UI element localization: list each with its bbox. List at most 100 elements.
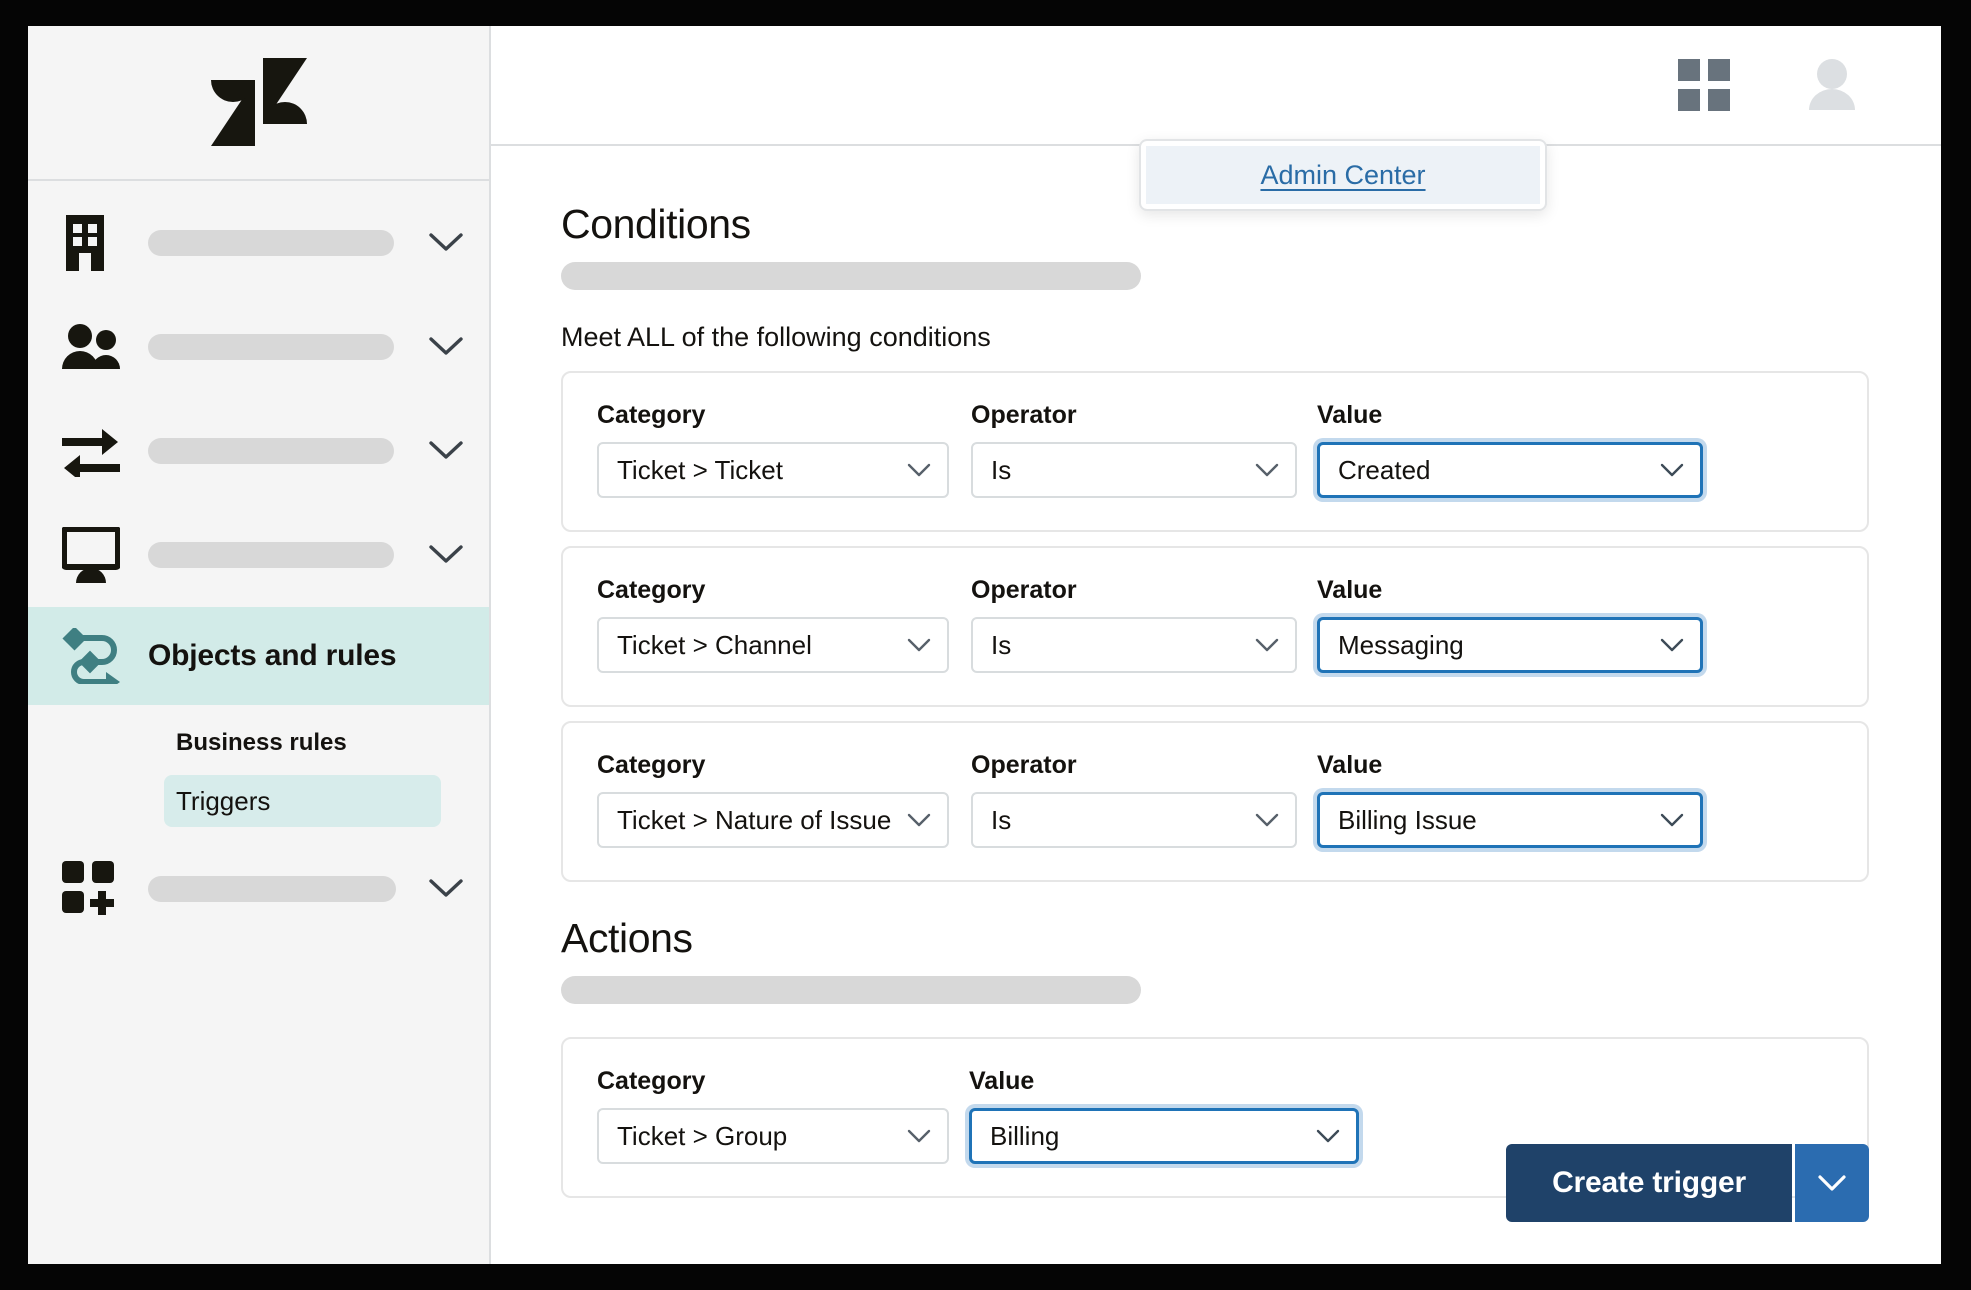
condition-value-field: Value Created xyxy=(1317,401,1703,499)
sidebar-subgroup-heading: Business rules xyxy=(176,729,347,756)
zendesk-logo xyxy=(210,57,307,148)
field-label-category: Category xyxy=(597,1067,706,1096)
logo-area xyxy=(28,26,489,181)
condition-operator-select[interactable]: Is xyxy=(971,617,1297,674)
sidebar-item-workspaces[interactable] xyxy=(28,503,489,607)
top-bar xyxy=(491,26,1941,146)
chevron-down-icon[interactable] xyxy=(429,440,463,462)
condition-operator-value: Is xyxy=(991,454,1012,485)
condition-category-select[interactable]: Ticket > Ticket xyxy=(597,442,949,499)
condition-operator-field: Operator Is xyxy=(971,403,1297,499)
chevron-down-icon xyxy=(1660,813,1684,828)
sidebar-item-apps[interactable] xyxy=(28,837,489,941)
condition-category-field: Category Ticket > Nature of Issue xyxy=(597,751,949,849)
admin-center-link[interactable]: Admin Center xyxy=(1260,160,1425,191)
menu-item-admin-center[interactable]: Admin Center xyxy=(1146,146,1540,204)
field-label-value: Value xyxy=(1317,401,1383,430)
admin-center-dropdown: Admin Center xyxy=(1139,139,1547,211)
chevron-down-icon xyxy=(907,463,931,478)
condition-value-value: Messaging xyxy=(1338,629,1464,660)
action-category-select[interactable]: Ticket > Group xyxy=(597,1108,949,1165)
chevron-down-icon[interactable] xyxy=(429,232,463,254)
conditions-subtitle-placeholder xyxy=(561,262,1141,291)
condition-value-value: Created xyxy=(1338,454,1431,485)
monitor-person-icon xyxy=(62,527,124,583)
screenshot-frame: Objects and rules Business rules Trigger… xyxy=(0,0,1971,1290)
sidebar-item-label-placeholder xyxy=(148,438,394,464)
action-value-select[interactable]: Billing xyxy=(969,1108,1359,1165)
sidebar-subgroup-business-rules: Business rules Triggers xyxy=(28,705,489,837)
chevron-down-icon[interactable] xyxy=(429,336,463,358)
sidebar-item-triggers[interactable]: Triggers xyxy=(164,775,441,827)
actions-heading: Actions xyxy=(561,915,693,962)
building-icon xyxy=(62,215,124,271)
condition-operator-field: Operator Is xyxy=(971,576,1297,674)
create-trigger-button[interactable]: Create trigger xyxy=(1506,1144,1792,1222)
condition-operator-select[interactable]: Is xyxy=(971,442,1297,499)
action-category-value: Ticket > Group xyxy=(617,1120,788,1151)
main-area: Admin Center Conditions Meet ALL of the … xyxy=(491,26,1941,1264)
sidebar-item-label-placeholder xyxy=(148,230,394,256)
field-label-category: Category xyxy=(597,401,706,430)
chevron-down-icon xyxy=(907,638,931,653)
sidebar-item-transfer[interactable] xyxy=(28,399,489,503)
condition-value-value: Billing Issue xyxy=(1338,804,1477,835)
condition-operator-select[interactable]: Is xyxy=(971,792,1297,849)
condition-value-select[interactable]: Created xyxy=(1317,442,1703,499)
sidebar-item-label-placeholder xyxy=(148,876,396,902)
zendesk-admin-app: Objects and rules Business rules Trigger… xyxy=(28,26,1941,1264)
sidebar-nav-list: Objects and rules Business rules Trigger… xyxy=(28,181,489,1264)
sidebar-item-account[interactable] xyxy=(28,191,489,295)
condition-category-value: Ticket > Ticket xyxy=(617,454,783,485)
chevron-down-icon xyxy=(1660,638,1684,653)
field-label-operator: Operator xyxy=(971,576,1077,605)
condition-card: Category Ticket > Nature of Issue Operat… xyxy=(561,721,1869,883)
chevron-down-icon xyxy=(1255,813,1279,828)
field-label-category: Category xyxy=(597,576,706,605)
sidebar-item-triggers-label: Triggers xyxy=(176,785,271,816)
field-label-value: Value xyxy=(1317,576,1383,605)
actions-subtitle-placeholder xyxy=(561,976,1141,1005)
apps-add-icon xyxy=(62,861,124,917)
action-value-value: Billing xyxy=(990,1120,1060,1151)
condition-category-value: Ticket > Nature of Issue xyxy=(617,804,892,835)
chevron-down-icon xyxy=(907,1129,931,1144)
condition-card: Category Ticket > Channel Operator Is Va… xyxy=(561,546,1869,708)
condition-value-select[interactable]: Messaging xyxy=(1317,617,1703,674)
grid-apps-icon[interactable] xyxy=(1667,48,1741,122)
sidebar-item-objects-and-rules[interactable]: Objects and rules xyxy=(28,607,489,705)
condition-value-select[interactable]: Billing Issue xyxy=(1317,792,1703,849)
sidebar-item-label-placeholder xyxy=(148,542,394,568)
condition-category-select[interactable]: Ticket > Nature of Issue xyxy=(597,792,949,849)
chevron-down-icon xyxy=(1316,1129,1340,1144)
action-category-field: Category Ticket > Group xyxy=(597,1067,949,1165)
condition-category-field: Category Ticket > Ticket xyxy=(597,401,949,499)
footer-actions: Create trigger xyxy=(1506,1144,1869,1222)
field-label-value: Value xyxy=(1317,751,1383,780)
chevron-down-icon[interactable] xyxy=(429,544,463,566)
condition-category-field: Category Ticket > Channel xyxy=(597,576,949,674)
condition-category-value: Ticket > Channel xyxy=(617,629,812,660)
transfer-arrows-icon xyxy=(62,425,124,477)
condition-operator-value: Is xyxy=(991,629,1012,660)
condition-value-field: Value Messaging xyxy=(1317,576,1703,674)
field-label-operator: Operator xyxy=(971,751,1077,780)
chevron-down-icon xyxy=(1255,638,1279,653)
conditions-meet-all-label: Meet ALL of the following conditions xyxy=(561,322,991,353)
field-label-category: Category xyxy=(597,751,706,780)
sidebar-item-people[interactable] xyxy=(28,295,489,399)
sidebar: Objects and rules Business rules Trigger… xyxy=(28,26,491,1264)
chevron-down-icon[interactable] xyxy=(429,878,463,900)
condition-category-select[interactable]: Ticket > Channel xyxy=(597,617,949,674)
objects-rules-icon xyxy=(62,628,124,684)
chevron-down-icon xyxy=(1255,463,1279,478)
create-trigger-dropdown-button[interactable] xyxy=(1795,1144,1869,1222)
condition-operator-value: Is xyxy=(991,804,1012,835)
people-icon xyxy=(62,323,124,371)
chevron-down-icon xyxy=(1660,463,1684,478)
sidebar-item-label-placeholder xyxy=(148,334,394,360)
user-avatar-icon[interactable] xyxy=(1795,48,1869,122)
sidebar-item-label: Objects and rules xyxy=(148,639,397,672)
trigger-editor-content: Conditions Meet ALL of the following con… xyxy=(491,146,1941,1264)
condition-value-field: Value Billing Issue xyxy=(1317,751,1703,849)
